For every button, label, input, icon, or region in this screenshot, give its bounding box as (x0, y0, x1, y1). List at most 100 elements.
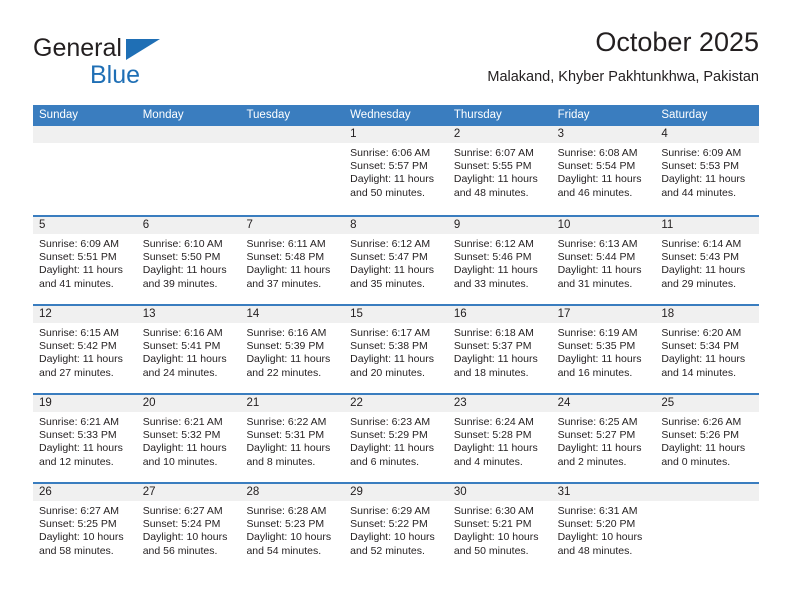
day-cell[interactable]: 30 Sunrise: 6:30 AM Sunset: 5:21 PM Dayligh… (447, 484, 552, 571)
sunrise-text: Sunrise: 6:20 AM (661, 327, 742, 339)
weekday-header-thursday: Thursday (453, 109, 502, 121)
day-sun-info: Sunrise: 6:25 AM Sunset: 5:27 PM Daylight:… (552, 412, 656, 469)
sunrise-text: Sunrise: 6:17 AM (350, 327, 431, 339)
sunrise-text: Sunrise: 6:21 AM (142, 416, 223, 428)
daylight-text: Daylight: 10 hours and 54 minutes. (246, 531, 332, 557)
sunset-text: Sunset: 5:51 PM (39, 251, 117, 264)
day-cell[interactable]: 8 Sunrise: 6:12 AM Sunset: 5:47 PM Daylight… (344, 217, 448, 304)
sunrise-text: Sunrise: 6:21 AM (39, 416, 119, 428)
day-cell[interactable]: 24 Sunrise: 6:25 AM Sunset: 5:27 PM Dayligh… (551, 395, 656, 482)
day-number (655, 484, 760, 501)
day-sun-info: Sunrise: 6:09 AM Sunset: 5:53 PM Daylight:… (655, 143, 759, 200)
calendar-page: General Blue October 2025 Malakand, Khyb… (0, 0, 792, 612)
sunrise-text: Sunrise: 6:27 AM (39, 505, 119, 517)
day-number: 10 (551, 217, 656, 234)
day-cell[interactable]: 7 Sunrise: 6:11 AM Sunset: 5:48 PM Daylight… (240, 217, 345, 304)
daylight-text: Daylight: 11 hours and 33 minutes. (453, 264, 538, 290)
day-number: 16 (447, 306, 552, 323)
day-cell[interactable]: 27 Sunrise: 6:27 AM Sunset: 5:24 PM Dayligh… (136, 484, 241, 571)
day-cell[interactable]: 28 Sunrise: 6:28 AM Sunset: 5:23 PM Dayligh… (240, 484, 345, 571)
daylight-text: Daylight: 11 hours and 2 minutes. (557, 442, 642, 468)
sunset-text: Sunset: 5:43 PM (661, 251, 739, 264)
daylight-text: Daylight: 11 hours and 10 minutes. (142, 442, 227, 468)
day-cell[interactable]: 12 Sunrise: 6:15 AM Sunset: 5:42 PM Dayligh… (33, 306, 137, 393)
sunrise-text: Sunrise: 6:18 AM (453, 327, 534, 339)
day-cell[interactable]: 21 Sunrise: 6:22 AM Sunset: 5:31 PM Dayligh… (240, 395, 345, 482)
day-sun-info: Sunrise: 6:07 AM Sunset: 5:55 PM Daylight:… (448, 143, 552, 200)
day-sun-info: Sunrise: 6:24 AM Sunset: 5:28 PM Daylight:… (448, 412, 552, 469)
day-cell[interactable]: 11 Sunrise: 6:14 AM Sunset: 5:43 PM Dayligh… (655, 217, 760, 304)
day-cell[interactable]: 6 Sunrise: 6:10 AM Sunset: 5:50 PM Daylight… (136, 217, 241, 304)
sunset-text: Sunset: 5:28 PM (453, 429, 532, 442)
day-number: 28 (240, 484, 345, 501)
day-sun-info: Sunrise: 6:18 AM Sunset: 5:37 PM Daylight:… (448, 323, 552, 380)
day-number: 20 (136, 395, 241, 412)
sunrise-text: Sunrise: 6:10 AM (142, 238, 223, 250)
day-number: 5 (33, 217, 137, 234)
page-title: October 2025 (595, 27, 759, 57)
day-cell[interactable]: 2 Sunrise: 6:07 AM Sunset: 5:55 PM Daylight… (447, 126, 552, 215)
day-sun-info: Sunrise: 6:10 AM Sunset: 5:50 PM Daylight:… (137, 234, 241, 291)
day-cell[interactable]: 9 Sunrise: 6:12 AM Sunset: 5:46 PM Daylight… (447, 217, 552, 304)
sunset-text: Sunset: 5:35 PM (557, 340, 636, 353)
logo-text-general-label: General (33, 34, 122, 62)
day-number: 21 (240, 395, 345, 412)
day-cell[interactable]: 3 Sunrise: 6:08 AM Sunset: 5:54 PM Daylight… (551, 126, 656, 215)
day-sun-info: Sunrise: 6:19 AM Sunset: 5:35 PM Daylight:… (552, 323, 656, 380)
sunrise-text: Sunrise: 6:22 AM (246, 416, 327, 428)
sunset-text: Sunset: 5:57 PM (350, 160, 428, 173)
day-cell[interactable]: 10 Sunrise: 6:13 AM Sunset: 5:44 PM Dayligh… (551, 217, 656, 304)
day-cell[interactable]: 19 Sunrise: 6:21 AM Sunset: 5:33 PM Dayligh… (33, 395, 137, 482)
day-sun-info: Sunrise: 6:22 AM Sunset: 5:31 PM Daylight:… (240, 412, 344, 469)
daylight-text: Daylight: 10 hours and 58 minutes. (39, 531, 124, 557)
weekday-header-friday: Friday (557, 109, 590, 121)
day-number: 13 (136, 306, 241, 323)
day-cell[interactable]: 20 Sunrise: 6:21 AM Sunset: 5:32 PM Dayligh… (136, 395, 241, 482)
day-cell[interactable]: 31 Sunrise: 6:31 AM Sunset: 5:20 PM Dayligh… (551, 484, 656, 571)
day-number: 11 (655, 217, 760, 234)
week-row: 19 Sunrise: 6:21 AM Sunset: 5:33 PM Dayligh… (33, 393, 760, 482)
daylight-text: Daylight: 11 hours and 31 minutes. (557, 264, 642, 290)
sunrise-text: Sunrise: 6:06 AM (350, 147, 431, 159)
day-number: 15 (344, 306, 448, 323)
day-number: 2 (447, 126, 552, 143)
sunset-text: Sunset: 5:21 PM (453, 518, 532, 531)
weekday-header-monday: Monday (142, 109, 184, 121)
day-cell[interactable]: 14 Sunrise: 6:16 AM Sunset: 5:39 PM Dayligh… (240, 306, 345, 393)
logo-text-general: General (33, 36, 213, 62)
sunrise-text: Sunrise: 6:13 AM (557, 238, 638, 250)
day-cell[interactable]: 29 Sunrise: 6:29 AM Sunset: 5:22 PM Dayligh… (344, 484, 448, 571)
week-row: 1 Sunrise: 6:06 AM Sunset: 5:57 PM Daylight… (33, 126, 760, 215)
day-cell[interactable]: 4 Sunrise: 6:09 AM Sunset: 5:53 PM Daylight… (655, 126, 760, 215)
day-number: 3 (551, 126, 656, 143)
day-cell[interactable]: 23 Sunrise: 6:24 AM Sunset: 5:28 PM Dayligh… (447, 395, 552, 482)
day-cell[interactable]: 25 Sunrise: 6:26 AM Sunset: 5:26 PM Dayligh… (655, 395, 760, 482)
sunset-text: Sunset: 5:44 PM (557, 251, 636, 264)
sunrise-text: Sunrise: 6:25 AM (557, 416, 638, 428)
sunrise-text: Sunrise: 6:24 AM (453, 416, 534, 428)
day-cell[interactable]: 13 Sunrise: 6:16 AM Sunset: 5:41 PM Dayligh… (136, 306, 241, 393)
day-number: 23 (447, 395, 552, 412)
calendar-weeks: 1 Sunrise: 6:06 AM Sunset: 5:57 PM Daylight… (33, 126, 760, 571)
day-cell[interactable]: 17 Sunrise: 6:19 AM Sunset: 5:35 PM Dayligh… (551, 306, 656, 393)
day-cell[interactable]: 15 Sunrise: 6:17 AM Sunset: 5:38 PM Dayligh… (344, 306, 448, 393)
sunset-text: Sunset: 5:31 PM (246, 429, 325, 442)
day-cell[interactable]: 22 Sunrise: 6:23 AM Sunset: 5:29 PM Dayligh… (344, 395, 448, 482)
day-cell[interactable]: 5 Sunrise: 6:09 AM Sunset: 5:51 PM Daylight… (33, 217, 137, 304)
day-cell[interactable]: 16 Sunrise: 6:18 AM Sunset: 5:37 PM Dayligh… (447, 306, 552, 393)
daylight-text: Daylight: 11 hours and 48 minutes. (453, 173, 538, 199)
sunrise-text: Sunrise: 6:30 AM (453, 505, 534, 517)
day-cell[interactable]: 26 Sunrise: 6:27 AM Sunset: 5:25 PM Dayligh… (33, 484, 137, 571)
day-cell[interactable]: 18 Sunrise: 6:20 AM Sunset: 5:34 PM Dayligh… (655, 306, 760, 393)
day-sun-info: Sunrise: 6:12 AM Sunset: 5:47 PM Daylight:… (344, 234, 448, 291)
day-cell-empty (136, 126, 241, 215)
day-cell[interactable]: 1 Sunrise: 6:06 AM Sunset: 5:57 PM Daylight… (344, 126, 448, 215)
day-sun-info: Sunrise: 6:20 AM Sunset: 5:34 PM Daylight:… (655, 323, 759, 380)
weekday-header-sunday: Sunday (39, 109, 79, 121)
day-sun-info: Sunrise: 6:17 AM Sunset: 5:38 PM Daylight:… (344, 323, 448, 380)
sunrise-text: Sunrise: 6:16 AM (246, 327, 327, 339)
daylight-text: Daylight: 11 hours and 37 minutes. (246, 264, 331, 290)
day-sun-info: Sunrise: 6:11 AM Sunset: 5:48 PM Daylight:… (240, 234, 344, 291)
daylight-text: Daylight: 11 hours and 6 minutes. (350, 442, 435, 468)
general-blue-logo[interactable]: General Blue (33, 36, 213, 92)
